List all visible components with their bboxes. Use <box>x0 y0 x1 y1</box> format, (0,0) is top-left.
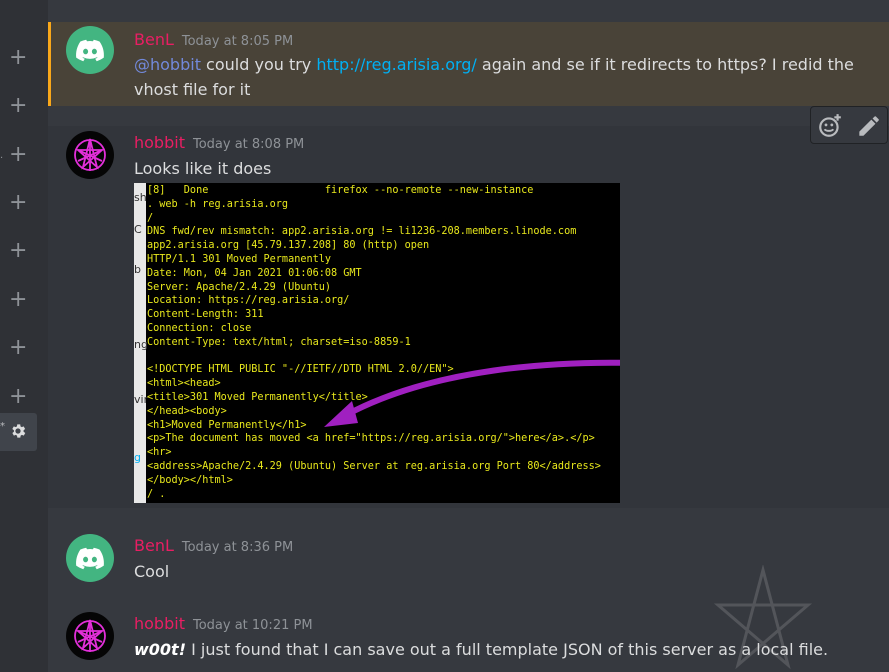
pentagram-icon <box>74 138 106 171</box>
terminal-line: [8] Done firefox --no-remote --new-insta… <box>147 185 534 196</box>
terminal-line: DNS fwd/rev mismatch: app2.arisia.org !=… <box>147 226 577 238</box>
terminal-line: Location: https://reg.arisia.org/ <box>147 295 350 307</box>
terminal-line: <p>The document has moved <a href="https… <box>147 433 595 445</box>
pencil-icon[interactable] <box>855 113 881 139</box>
timestamp[interactable]: Today at 8:08 PM <box>193 137 304 152</box>
timestamp[interactable]: Today at 10:21 PM <box>193 618 313 633</box>
terminal-line: / . <box>147 488 166 500</box>
terminal-line: </head><body> <box>147 405 227 417</box>
terminal-line: <address>Apache/2.4.29 (Ubuntu) Server a… <box>147 460 601 472</box>
terminal-line: Date: Mon, 04 Jan 2021 01:06:08 GMT <box>147 267 362 279</box>
terminal-line: HTTP/1.1 301 Moved Permanently <box>147 253 332 265</box>
message-text: vhost file for it <box>134 80 251 99</box>
terminal-line: Content-Type: text/html; charset=iso-885… <box>147 336 411 348</box>
message-content: @hobbit could you try http://reg.arisia.… <box>134 52 879 102</box>
sidebar-edge-mark: . <box>0 150 4 161</box>
discord-logo-icon <box>76 39 104 62</box>
username[interactable]: hobbit <box>134 614 185 633</box>
terminal-line: <title>301 Moved Permanently</title> <box>147 391 368 403</box>
username[interactable]: BenL <box>134 30 174 49</box>
terminal-line: Connection: close <box>147 322 252 334</box>
add-channel-icon[interactable]: + <box>9 337 27 359</box>
add-channel-icon[interactable]: + <box>9 95 27 117</box>
terminal-line: <html><head> <box>147 378 221 390</box>
username[interactable]: hobbit <box>134 133 185 152</box>
message-content: w00t! I just found that I can save out a… <box>134 637 879 662</box>
message-header: hobbit Today at 10:21 PM <box>134 614 313 633</box>
add-channel-icon[interactable]: + <box>9 240 27 262</box>
gear-icon <box>12 424 26 438</box>
message-toolbar <box>810 106 888 144</box>
image-attachment[interactable]: sh C b ng vir g [8] Done firefox --no-re… <box>134 183 620 503</box>
message-text: could you try <box>200 55 317 74</box>
screenshot-margin: sh C b ng vir g <box>134 183 148 503</box>
add-reaction-icon[interactable] <box>817 113 843 139</box>
margin-fragment: b <box>134 263 141 276</box>
message-link[interactable]: http://reg.arisia.org/ <box>316 55 476 74</box>
settings-button[interactable]: * <box>0 413 37 451</box>
add-channel-icon[interactable]: + <box>9 47 27 69</box>
message-text: I just found that I can save out a full … <box>186 640 829 659</box>
server-sidebar: + + + + + + + + . * <box>0 0 48 672</box>
margin-fragment: C <box>134 223 142 236</box>
avatar[interactable] <box>66 534 114 582</box>
avatar[interactable] <box>66 26 114 74</box>
terminal-line: <!DOCTYPE HTML PUBLIC "-//IETF//DTD HTML… <box>147 364 454 376</box>
discord-logo-icon <box>76 547 104 570</box>
terminal-line: . web -h reg.arisia.org <box>147 198 289 210</box>
message-header: hobbit Today at 8:08 PM <box>134 133 304 152</box>
margin-fragment: sh <box>134 191 147 204</box>
message-text: again and se if it redirects to https? I… <box>476 55 854 74</box>
message-header: BenL Today at 8:36 PM <box>134 536 293 555</box>
terminal-output: [8] Done firefox --no-remote --new-insta… <box>146 183 620 503</box>
mention-bar <box>48 22 51 106</box>
message-header: BenL Today at 8:05 PM <box>134 30 293 49</box>
pentagram-icon <box>74 619 106 652</box>
add-channel-icon[interactable]: + <box>9 192 27 214</box>
avatar[interactable] <box>66 131 114 179</box>
terminal-line: <h1>Moved Permanently</h1> <box>147 419 307 431</box>
terminal-line: / <box>147 212 154 224</box>
star-icon: * <box>0 421 5 432</box>
terminal-line: Content-Length: 311 <box>147 309 264 321</box>
message-text: Looks like it does <box>134 159 272 178</box>
add-channel-icon[interactable]: + <box>9 289 27 311</box>
avatar[interactable] <box>66 612 114 660</box>
margin-fragment: g <box>134 451 141 464</box>
emphasis-text: w00t! <box>134 640 186 659</box>
message-list: BenL Today at 8:05 PM @hobbit could you t… <box>48 0 889 672</box>
terminal-line: app2.arisia.org [45.79.137.208] 80 (http… <box>147 240 430 252</box>
user-mention[interactable]: @hobbit <box>134 55 201 74</box>
username[interactable]: BenL <box>134 536 174 555</box>
terminal-line: Server: Apache/2.4.29 (Ubuntu) <box>147 281 332 293</box>
timestamp[interactable]: Today at 8:05 PM <box>182 34 293 49</box>
terminal-line: <hr> <box>147 447 172 459</box>
message-text: Cool <box>134 562 170 581</box>
add-channel-icon[interactable]: + <box>9 144 27 166</box>
timestamp[interactable]: Today at 8:36 PM <box>182 540 293 555</box>
terminal-line: </body></html> <box>147 474 233 486</box>
add-channel-icon[interactable]: + <box>9 386 27 408</box>
